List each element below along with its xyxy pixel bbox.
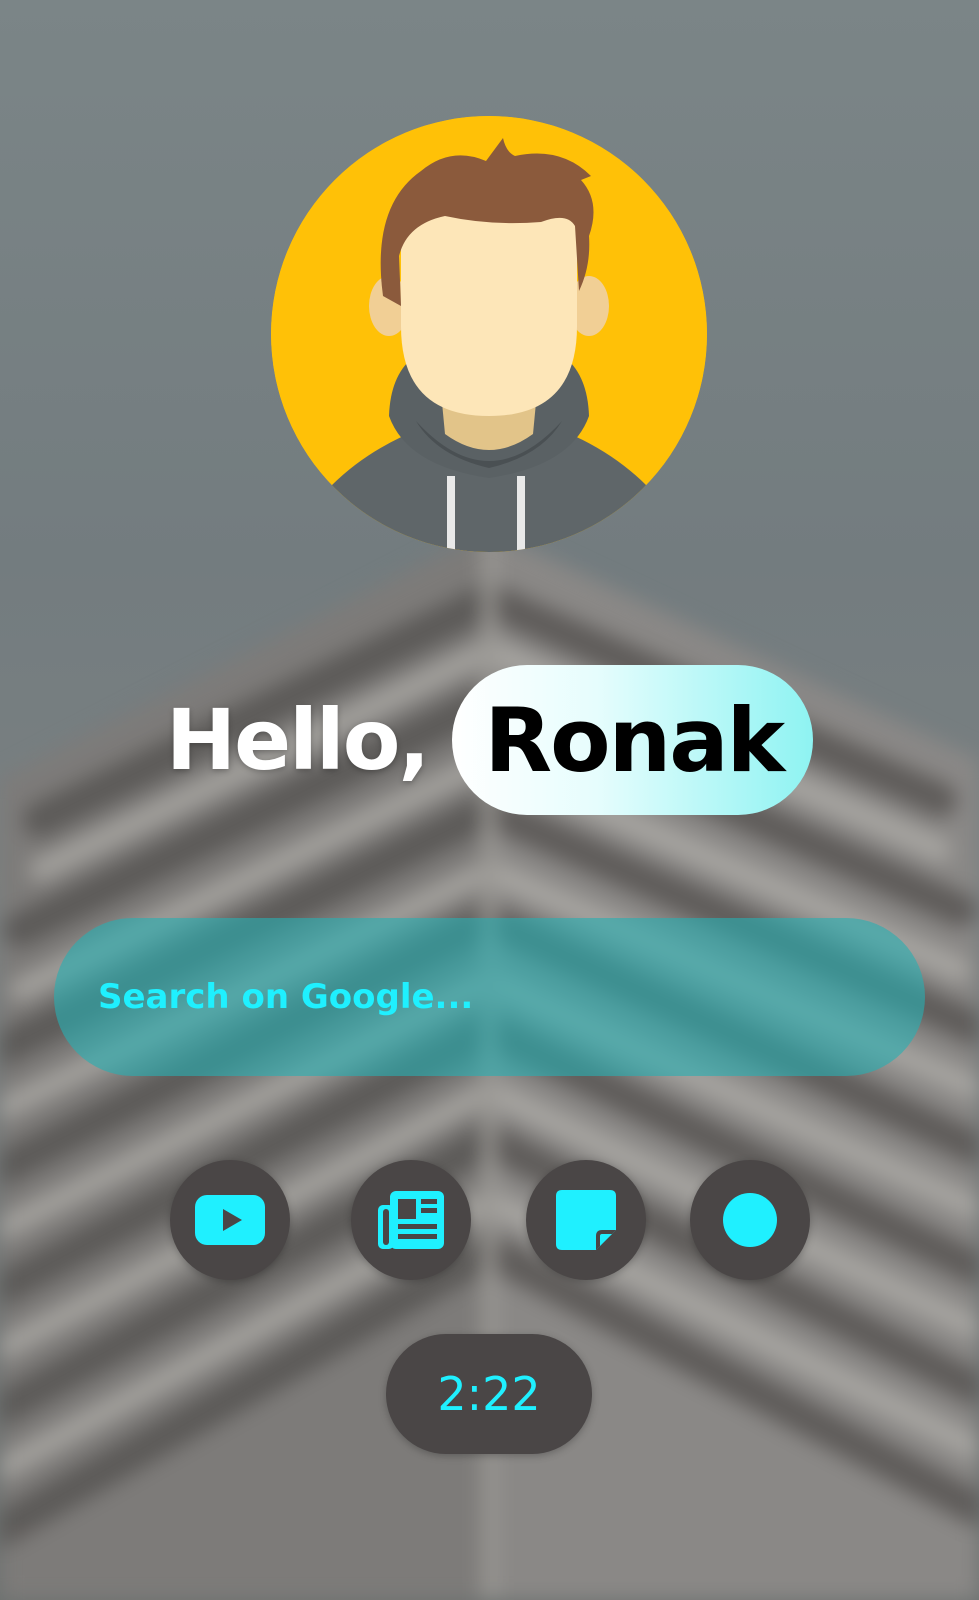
circle-icon <box>723 1193 777 1247</box>
youtube-icon <box>195 1195 265 1245</box>
youtube-button[interactable] <box>170 1160 290 1280</box>
search-bar[interactable] <box>54 918 925 1076</box>
avatar[interactable] <box>271 116 707 552</box>
newspaper-icon <box>378 1191 444 1249</box>
shortcut-dock <box>0 1160 979 1280</box>
news-button[interactable] <box>351 1160 471 1280</box>
record-button[interactable] <box>690 1160 810 1280</box>
search-input[interactable] <box>98 977 878 1017</box>
user-name-badge: Ronak <box>452 665 814 815</box>
home-screen: Hello, Ronak Search on Google... 2:22 <box>0 0 979 1600</box>
sticky-note-icon <box>556 1190 616 1250</box>
user-avatar-icon <box>271 116 707 552</box>
notes-button[interactable] <box>526 1160 646 1280</box>
clock: 2:22 <box>386 1334 592 1454</box>
greeting: Hello, Ronak <box>0 664 979 816</box>
greeting-hello: Hello, <box>165 691 430 789</box>
